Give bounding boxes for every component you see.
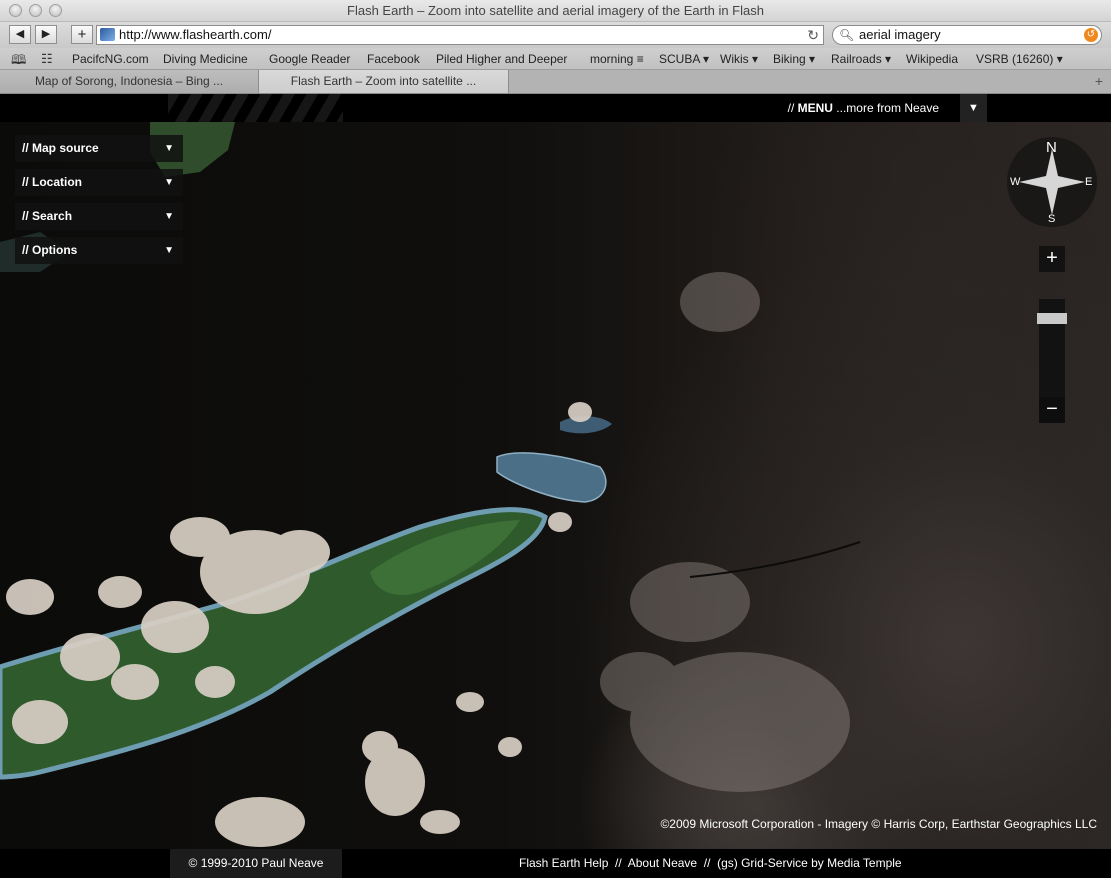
bookmark-folder[interactable]: SCUBA ▾ <box>659 52 709 66</box>
map-source-panel[interactable]: // Map source ▼ <box>15 135 183 162</box>
bookmark-item[interactable]: Wikipedia <box>906 52 958 66</box>
satellite-imagery <box>0 122 861 847</box>
search-label: // Search <box>22 209 73 223</box>
compass-north[interactable]: N <box>1046 139 1057 156</box>
options-panel[interactable]: // Options ▼ <box>15 237 183 264</box>
chevron-down-icon: ▼ <box>164 211 174 222</box>
footer-links[interactable]: Flash Earth Help // About Neave // (gs) … <box>519 849 902 878</box>
back-button[interactable]: ◀ <box>9 25 31 44</box>
chevron-down-icon: ▼ <box>164 143 174 154</box>
compass-west[interactable]: W <box>1010 176 1020 188</box>
zoom-out-button[interactable]: − <box>1039 397 1065 423</box>
bookmark-folder[interactable]: VSRB (16260) ▾ <box>976 52 1063 66</box>
decorative-stripes <box>168 94 343 122</box>
bookmark-item[interactable]: Piled Higher and Deeper <box>436 52 567 66</box>
location-label: // Location <box>22 175 82 189</box>
address-bar[interactable]: http://www.flashearth.com/ ↻ <box>96 25 824 45</box>
satellite-map[interactable]: // Map source ▼ // Location ▼ // Search … <box>0 122 1111 849</box>
search-value: aerial imagery <box>859 27 941 42</box>
bookmarks-bar: 🕮︎ ☷ PacifcNG.com Diving Medicine Google… <box>0 48 1111 70</box>
menu-word: MENU <box>797 101 833 115</box>
chevron-down-icon: ▼ <box>164 245 174 256</box>
bookmark-item[interactable]: PacifcNG.com <box>72 52 149 66</box>
window-titlebar: Flash Earth – Zoom into satellite and ae… <box>0 0 1111 22</box>
footer-copyright: © 1999-2010 Paul Neave <box>170 849 342 878</box>
bookmark-item[interactable]: Facebook <box>367 52 420 66</box>
close-window-button[interactable] <box>9 4 22 17</box>
menu-suffix: ...more from Neave <box>832 101 939 115</box>
zoom-in-button[interactable]: + <box>1039 246 1065 272</box>
menu-dropdown-icon[interactable]: ▼ <box>960 94 987 122</box>
zoom-slider-handle[interactable] <box>1037 313 1067 324</box>
site-favicon-icon <box>100 28 115 41</box>
tab-bing-map[interactable]: Map of Sorong, Indonesia – Bing ... <box>0 70 259 93</box>
menu-button[interactable]: // MENU ...more from Neave <box>788 94 939 122</box>
tab-bar: Map of Sorong, Indonesia – Bing ... Flas… <box>0 70 1111 94</box>
search-panel[interactable]: // Search ▼ <box>15 203 183 230</box>
compass-rose[interactable]: N S E W <box>1007 137 1097 227</box>
map-attribution: ©2009 Microsoft Corporation - Imagery © … <box>660 817 1097 831</box>
bookmark-folder[interactable]: Wikis ▾ <box>720 52 758 66</box>
url-text: http://www.flashearth.com/ <box>119 27 272 42</box>
bookmark-item[interactable]: Google Reader <box>269 52 350 66</box>
chevron-down-icon: ▼ <box>164 177 174 188</box>
compass-south[interactable]: S <box>1048 213 1055 225</box>
search-icon: 🔍︎ <box>839 28 855 42</box>
tab-flash-earth[interactable]: Flash Earth – Zoom into satellite ... <box>259 70 509 93</box>
site-menu-bar: // MENU ...more from Neave ▼ <box>0 94 1111 122</box>
grid-icon[interactable]: ☷ <box>41 51 53 67</box>
search-field[interactable]: 🔍︎ aerial imagery ↺ <box>832 25 1102 45</box>
new-tab-icon[interactable]: + <box>1095 73 1103 89</box>
options-label: // Options <box>22 243 78 257</box>
bookmark-folder[interactable]: Biking ▾ <box>773 52 815 66</box>
reload-icon[interactable]: ↻ <box>807 26 819 44</box>
browser-toolbar: ◀ ▶ + http://www.flashearth.com/ ↻ 🔍︎ ae… <box>0 22 1111 48</box>
site-footer: © 1999-2010 Paul Neave Flash Earth Help … <box>0 849 1111 878</box>
menu-prefix: // <box>787 101 798 115</box>
add-bookmark-button[interactable]: + <box>71 25 93 44</box>
bookmark-item[interactable]: Diving Medicine <box>163 52 248 66</box>
bookmark-folder[interactable]: Railroads ▾ <box>831 52 891 66</box>
bookmark-folder[interactable]: morning ≡ <box>590 52 644 66</box>
compass-east[interactable]: E <box>1085 176 1092 188</box>
zoom-window-button[interactable] <box>49 4 62 17</box>
minimize-window-button[interactable] <box>29 4 42 17</box>
location-panel[interactable]: // Location ▼ <box>15 169 183 196</box>
map-source-label: // Map source <box>22 141 99 155</box>
forward-button[interactable]: ▶ <box>35 25 57 44</box>
search-clear-icon[interactable]: ↺ <box>1084 28 1098 42</box>
window-title: Flash Earth – Zoom into satellite and ae… <box>347 3 764 18</box>
